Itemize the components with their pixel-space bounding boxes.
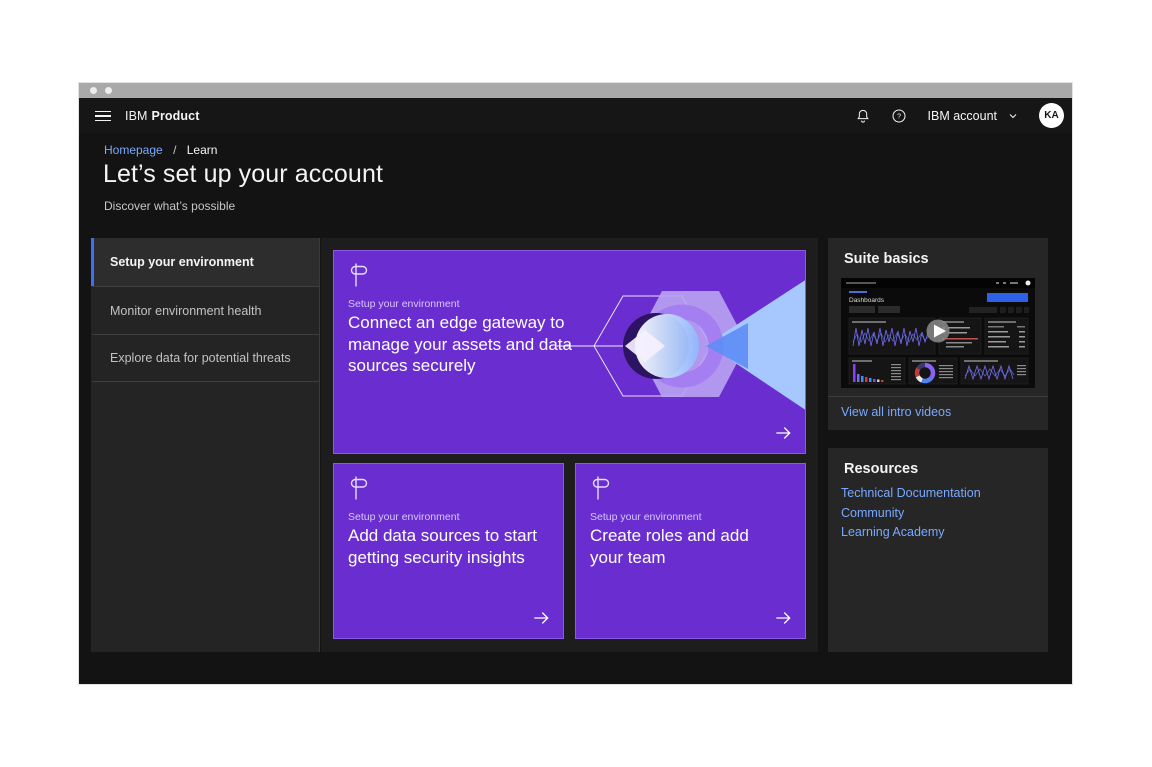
card-add-data-sources[interactable]: Setup your environment Add data sources … [333, 463, 564, 639]
app-header: IBM Product ? IBM account [79, 98, 1072, 133]
app-window: IBM Product ? IBM account [79, 83, 1072, 684]
card-heading: Create roles and add your team [590, 525, 785, 568]
menu-icon[interactable] [89, 106, 117, 126]
card-connect-edge-gateway[interactable]: Setup your environment Connect an edge g… [333, 250, 806, 454]
vertical-tabs: Setup your environment Monitor environme… [91, 238, 320, 652]
app-title-name: Product [152, 109, 200, 123]
card-create-roles[interactable]: Setup your environment Create roles and … [575, 463, 806, 639]
tab-monitor-environment-health[interactable]: Monitor environment health [91, 286, 319, 334]
account-label: IBM account [928, 109, 997, 123]
milepost-icon [590, 475, 612, 501]
resources-title: Resources [844, 461, 918, 477]
bell-icon [855, 108, 871, 124]
chevron-down-icon [1007, 110, 1019, 122]
suite-basics-card: Suite basics Dashboards [828, 238, 1048, 430]
divider [828, 396, 1048, 397]
tab-setup-your-environment[interactable]: Setup your environment [91, 238, 319, 286]
window-control-icon[interactable] [90, 87, 97, 94]
page-subtitle: Discover what’s possible [104, 199, 235, 213]
app-title: IBM Product [125, 98, 199, 133]
browser-titlebar [79, 83, 1072, 98]
breadcrumb-link-homepage[interactable]: Homepage [104, 143, 163, 157]
link-technical-documentation[interactable]: Technical Documentation [841, 484, 981, 504]
arrow-right-icon[interactable] [773, 608, 793, 628]
card-heading: Add data sources to start getting securi… [348, 525, 543, 568]
cards-area: Setup your environment Connect an edge g… [321, 238, 818, 652]
help-button[interactable]: ? [884, 101, 914, 131]
resources-card: Resources Technical Documentation Commun… [828, 448, 1048, 652]
breadcrumb: Homepage / Learn [104, 143, 217, 157]
link-community[interactable]: Community [841, 504, 981, 524]
arrow-right-icon[interactable] [773, 423, 793, 443]
card-eyebrow: Setup your environment [348, 511, 459, 523]
page-title: Let’s set up your account [103, 160, 383, 189]
suite-basics-title: Suite basics [844, 251, 929, 267]
view-all-intro-videos-link[interactable]: View all intro videos [841, 405, 951, 419]
breadcrumb-separator: / [173, 143, 176, 157]
account-dropdown[interactable]: IBM account [920, 109, 1027, 123]
svg-text:?: ? [896, 111, 900, 120]
milepost-icon [348, 475, 370, 501]
card-eyebrow: Setup your environment [348, 298, 459, 310]
learn-panel: Setup your environment Monitor environme… [91, 238, 818, 652]
right-rail: Suite basics Dashboards [828, 238, 1048, 652]
tab-explore-data-threats[interactable]: Explore data for potential threats [91, 334, 319, 382]
dashboard-preview-illustration: Dashboards [841, 278, 1035, 388]
svg-text:Dashboards: Dashboards [849, 297, 885, 304]
card-eyebrow: Setup your environment [590, 511, 701, 523]
app-title-prefix: IBM [125, 109, 148, 123]
avatar[interactable]: KA [1039, 103, 1064, 128]
window-control-icon[interactable] [105, 87, 112, 94]
notifications-button[interactable] [848, 101, 878, 131]
breadcrumb-current: Learn [187, 143, 218, 157]
help-icon: ? [891, 108, 907, 124]
card-heading: Connect an edge gateway to manage your a… [348, 312, 573, 377]
link-learning-academy[interactable]: Learning Academy [841, 523, 981, 543]
intro-video-thumbnail[interactable]: Dashboards [841, 278, 1035, 388]
arrow-right-icon[interactable] [531, 608, 551, 628]
milepost-icon [348, 262, 370, 288]
